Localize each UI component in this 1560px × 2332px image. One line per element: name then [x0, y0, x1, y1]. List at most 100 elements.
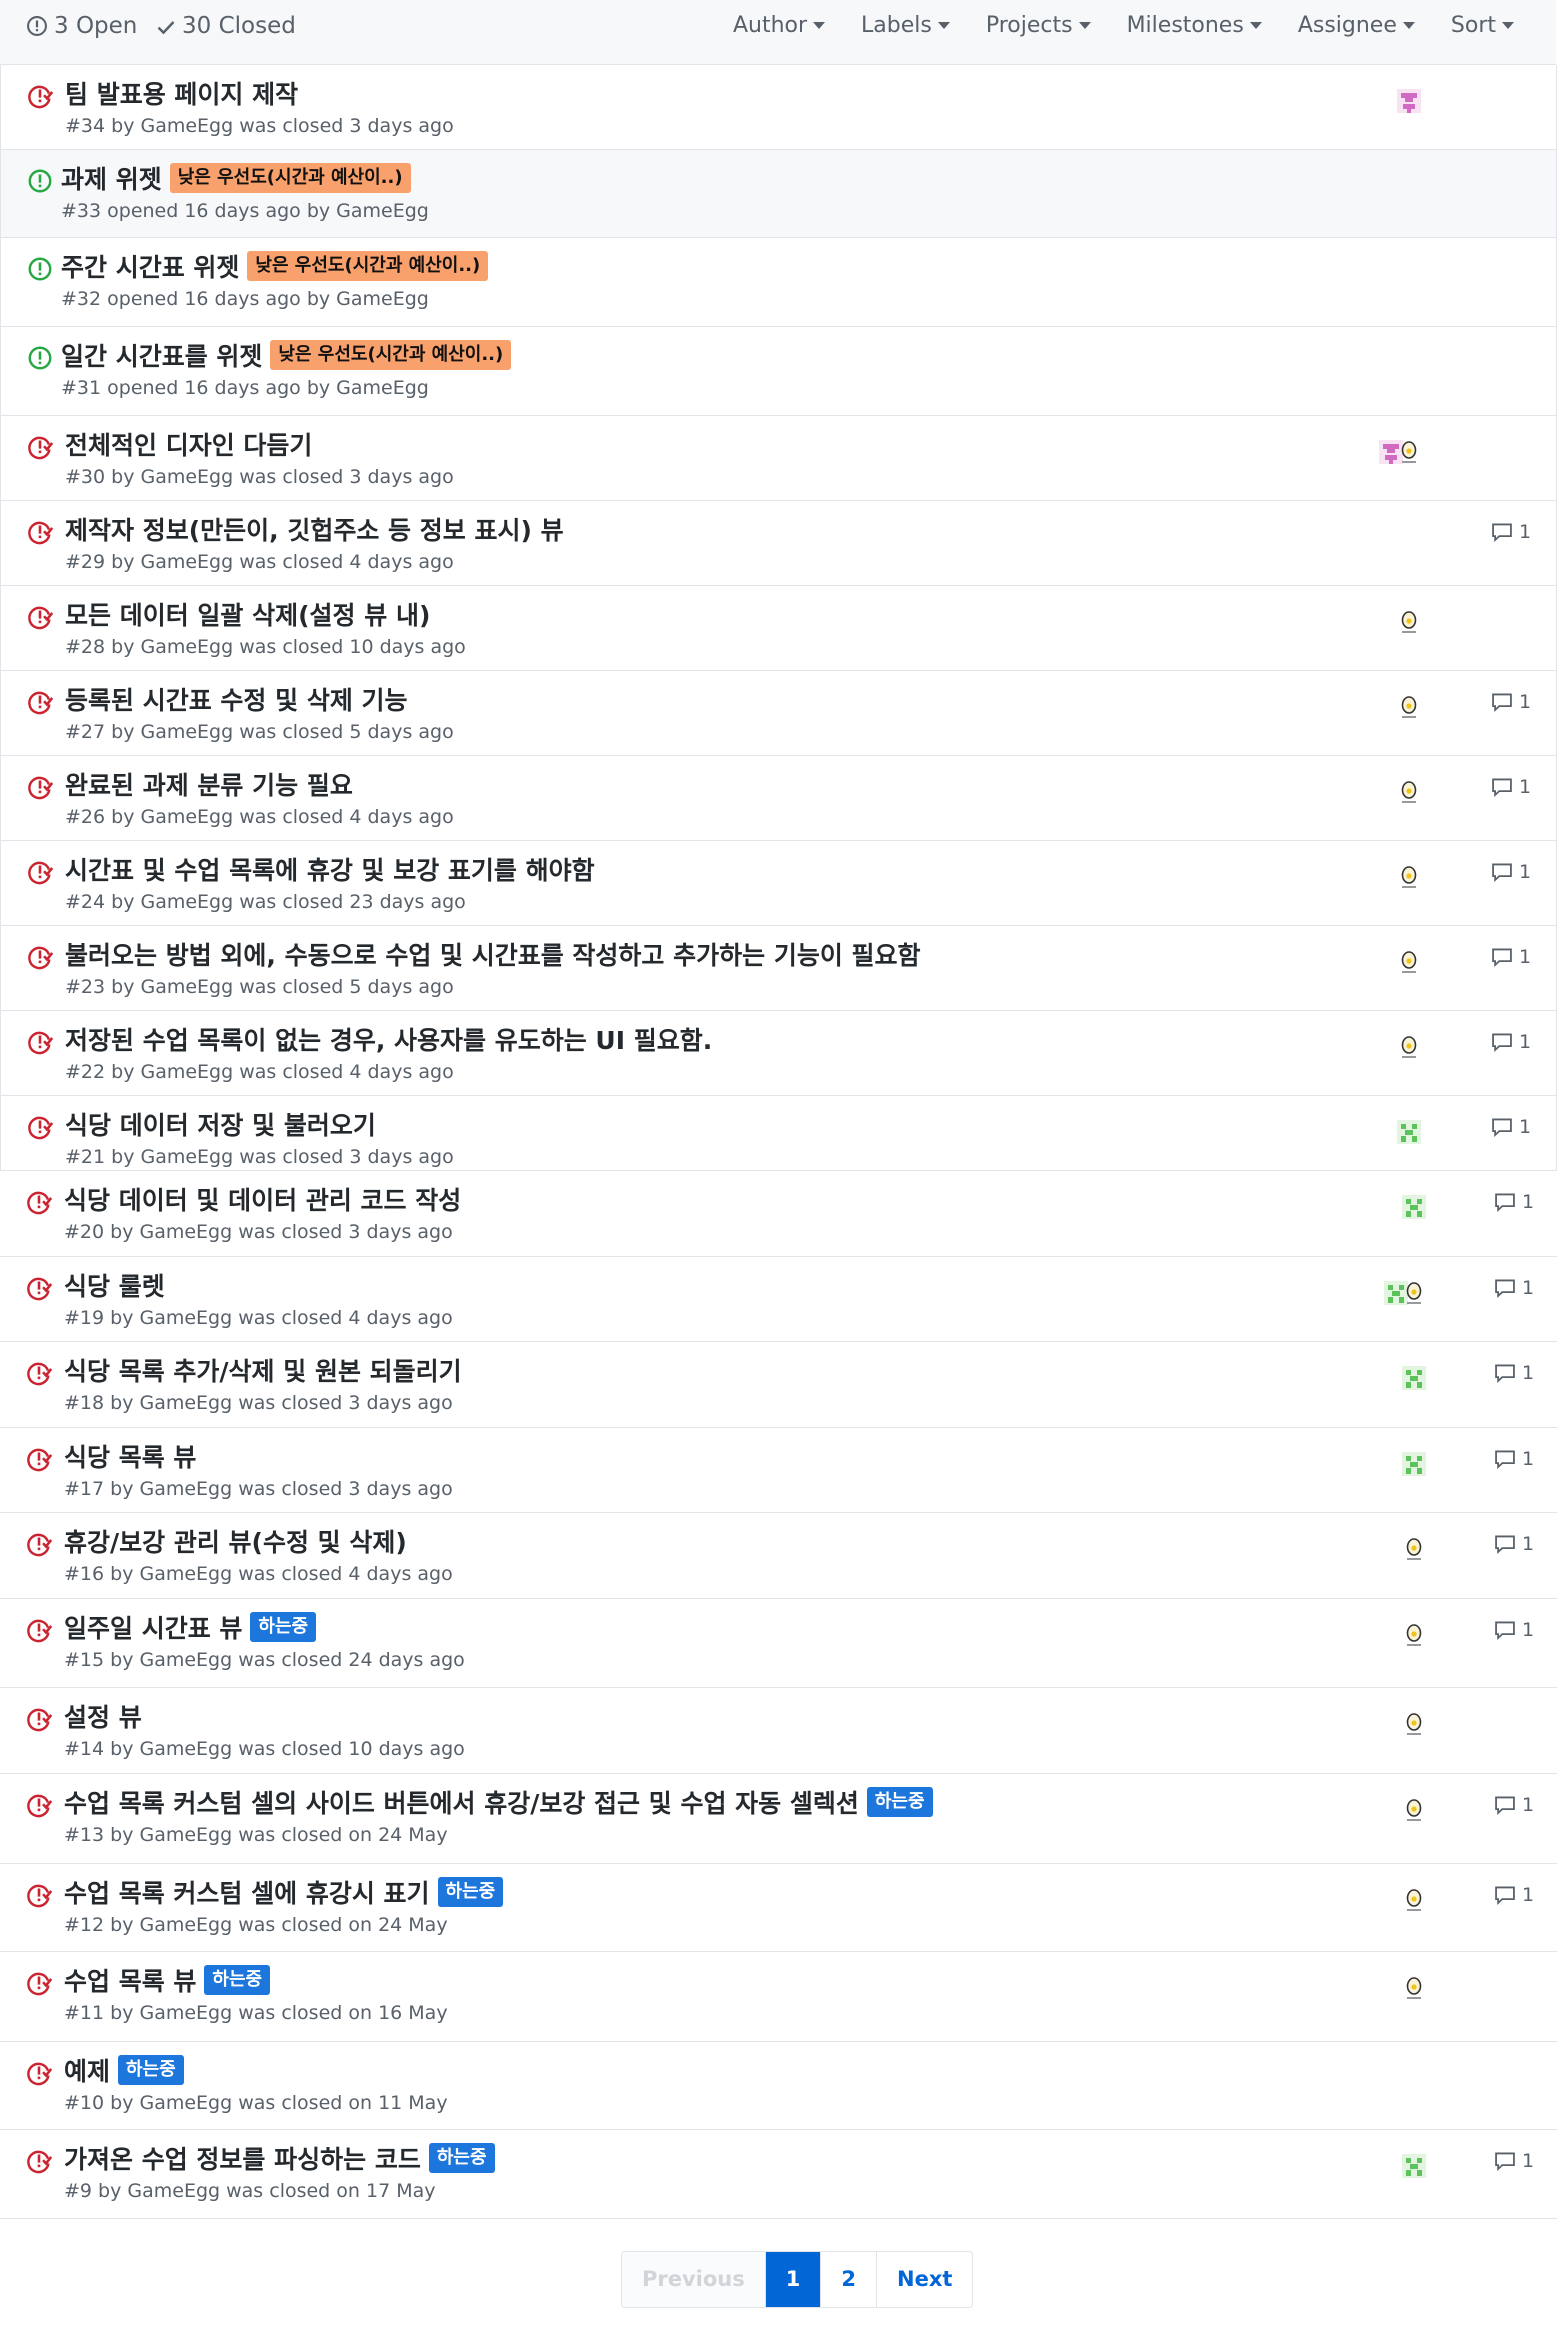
- issue-title-link[interactable]: 식당 목록 추가/삭제 및 원본 되돌리기: [64, 1352, 462, 1388]
- issue-title-link[interactable]: 제작자 정보(만든이, 깃헙주소 등 정보 표시) 뷰: [65, 511, 564, 547]
- issue-title-link[interactable]: 저장된 수업 목록이 없는 경우, 사용자를 유도하는 UI 필요함.: [65, 1021, 712, 1057]
- filter-milestones[interactable]: Milestones: [1109, 0, 1280, 52]
- issue-title-link[interactable]: 모든 데이터 일괄 삭제(설정 뷰 내): [65, 596, 430, 632]
- assignee-avatar[interactable]: [1393, 1031, 1425, 1063]
- issue-row[interactable]: 휴강/보강 관리 뷰(수정 및 삭제) #16 by GameEgg was cl…: [0, 1513, 1557, 1599]
- assignee-avatar[interactable]: [1398, 1708, 1430, 1740]
- assignee-avatar[interactable]: [1398, 1191, 1430, 1223]
- assignee-avatar[interactable]: [1393, 436, 1425, 468]
- issue-row[interactable]: 전체적인 디자인 다듬기 #30 by GameEgg was closed 3 …: [0, 416, 1557, 501]
- comment-count[interactable]: 1: [1491, 1031, 1531, 1053]
- comment-count[interactable]: 1: [1491, 521, 1531, 543]
- assignee-avatar[interactable]: [1398, 1362, 1430, 1394]
- assignee-avatar[interactable]: [1398, 1448, 1430, 1480]
- issue-title-link[interactable]: 예제: [64, 2052, 110, 2088]
- issue-row[interactable]: 과제 위젯 낮은 우선도(시간과 예산이..) #33 opened 16 days…: [0, 150, 1557, 238]
- issue-row[interactable]: 수업 목록 커스텀 셀에 휴강시 표기 하는중 #12 by GameEgg was…: [0, 1864, 1557, 1952]
- issue-label[interactable]: 낮은 우선도(시간과 예산이..): [270, 340, 512, 370]
- comment-count[interactable]: 1: [1494, 1619, 1534, 1641]
- issue-row[interactable]: 일주일 시간표 뷰 하는중 #15 by GameEgg was closed 24…: [0, 1599, 1557, 1688]
- comment-count[interactable]: 1: [1494, 1277, 1534, 1299]
- comment-count[interactable]: 1: [1494, 1533, 1534, 1555]
- assignee-avatar[interactable]: [1393, 606, 1425, 638]
- comment-count[interactable]: 1: [1494, 1794, 1534, 1816]
- assignee-avatar[interactable]: [1398, 2150, 1430, 2182]
- issue-title-link[interactable]: 불러오는 방법 외에, 수동으로 수업 및 시간표를 작성하고 추가하는 기능이…: [65, 936, 921, 972]
- assignee-avatar[interactable]: [1393, 861, 1425, 893]
- issue-label[interactable]: 낮은 우선도(시간과 예산이..): [247, 251, 489, 281]
- assignee-avatar[interactable]: [1393, 1116, 1425, 1148]
- issue-title-link[interactable]: 가져온 수업 정보를 파싱하는 코드: [64, 2140, 421, 2176]
- issue-title-link[interactable]: 등록된 시간표 수정 및 삭제 기능: [65, 681, 408, 717]
- issue-row[interactable]: 식당 목록 뷰 #17 by GameEgg was closed 3 days …: [0, 1428, 1557, 1513]
- assignee-avatar[interactable]: [1398, 1533, 1430, 1565]
- issue-title-link[interactable]: 휴강/보강 관리 뷰(수정 및 삭제): [64, 1523, 407, 1559]
- assignee-avatar[interactable]: [1393, 776, 1425, 808]
- issue-title-link[interactable]: 설정 뷰: [64, 1698, 142, 1734]
- comment-count[interactable]: 1: [1494, 1884, 1534, 1906]
- issue-label[interactable]: 하는중: [204, 1965, 271, 1995]
- filter-author[interactable]: Author: [715, 0, 843, 52]
- comment-count[interactable]: 1: [1491, 691, 1531, 713]
- assignee-avatar[interactable]: [1398, 1277, 1430, 1309]
- filter-assignee[interactable]: Assignee: [1280, 0, 1433, 52]
- assignee-avatar[interactable]: [1398, 1884, 1430, 1916]
- assignee-avatar[interactable]: [1393, 691, 1425, 723]
- issue-title-link[interactable]: 일주일 시간표 뷰: [64, 1609, 242, 1645]
- issue-row[interactable]: 설정 뷰 #14 by GameEgg was closed 10 days ag…: [0, 1688, 1557, 1774]
- filter-sort[interactable]: Sort: [1433, 0, 1532, 52]
- issue-title-link[interactable]: 수업 목록 뷰: [64, 1962, 196, 1998]
- issue-row[interactable]: 팀 발표용 페이지 제작 #34 by GameEgg was closed 3 …: [0, 65, 1557, 150]
- issue-label[interactable]: 낮은 우선도(시간과 예산이..): [169, 163, 411, 193]
- issue-row[interactable]: 등록된 시간표 수정 및 삭제 기능 #27 by GameEgg was clo…: [0, 671, 1557, 756]
- issue-row[interactable]: 예제 하는중 #10 by GameEgg was closed on 11 May: [0, 2042, 1557, 2130]
- issue-row[interactable]: 식당 룰렛 #19 by GameEgg was closed 4 days ag…: [0, 1257, 1557, 1342]
- open-issues-toggle[interactable]: 3 Open: [26, 0, 137, 52]
- comment-count[interactable]: 1: [1494, 1362, 1534, 1384]
- issue-title-link[interactable]: 일간 시간표를 위젯: [61, 337, 262, 373]
- issue-title-link[interactable]: 시간표 및 수업 목록에 휴강 및 보강 표기를 해야함: [65, 851, 595, 887]
- issue-label[interactable]: 하는중: [118, 2055, 184, 2085]
- issue-label[interactable]: 하는중: [866, 1787, 933, 1817]
- issue-label[interactable]: 하는중: [428, 2143, 495, 2173]
- closed-issues-toggle[interactable]: 30 Closed: [156, 0, 296, 52]
- issue-title-link[interactable]: 식당 데이터 및 데이터 관리 코드 작성: [64, 1181, 461, 1217]
- comment-count[interactable]: 1: [1494, 1191, 1534, 1213]
- issue-label[interactable]: 하는중: [437, 1877, 504, 1907]
- issue-row[interactable]: 식당 목록 추가/삭제 및 원본 되돌리기 #18 by GameEgg was …: [0, 1342, 1557, 1428]
- issue-row[interactable]: 모든 데이터 일괄 삭제(설정 뷰 내) #28 by GameEgg was c…: [0, 586, 1557, 671]
- comment-count[interactable]: 1: [1494, 2150, 1534, 2172]
- issue-title-link[interactable]: 식당 데이터 저장 및 불러오기: [65, 1106, 376, 1142]
- issue-row[interactable]: 가져온 수업 정보를 파싱하는 코드 하는중 #9 by GameEgg was c…: [0, 2130, 1557, 2219]
- issue-title-link[interactable]: 식당 룰렛: [64, 1267, 165, 1303]
- issue-row[interactable]: 식당 데이터 저장 및 불러오기 #21 by GameEgg was close…: [0, 1096, 1557, 1171]
- issue-row[interactable]: 저장된 수업 목록이 없는 경우, 사용자를 유도하는 UI 필요함. #22 b…: [0, 1011, 1557, 1096]
- issue-row[interactable]: 식당 데이터 및 데이터 관리 코드 작성 #20 by GameEgg was …: [0, 1171, 1557, 1257]
- issue-title-link[interactable]: 팀 발표용 페이지 제작: [65, 75, 298, 111]
- comment-count[interactable]: 1: [1491, 776, 1531, 798]
- filter-projects[interactable]: Projects: [968, 0, 1109, 52]
- issue-title-link[interactable]: 주간 시간표 위젯: [61, 248, 239, 284]
- comment-count[interactable]: 1: [1494, 1448, 1534, 1470]
- issue-row[interactable]: 불러오는 방법 외에, 수동으로 수업 및 시간표를 작성하고 추가하는 기능이…: [0, 926, 1557, 1011]
- next-page-button[interactable]: Next: [876, 2252, 972, 2307]
- issue-title-link[interactable]: 수업 목록 커스텀 셀의 사이드 버튼에서 휴강/보강 접근 및 수업 자동 셀…: [64, 1784, 859, 1820]
- issue-row[interactable]: 주간 시간표 위젯 낮은 우선도(시간과 예산이..) #32 opened 16 …: [0, 238, 1557, 327]
- previous-page-button[interactable]: Previous: [622, 2252, 765, 2307]
- assignee-avatar[interactable]: [1398, 1972, 1430, 2004]
- assignee-avatar[interactable]: [1393, 946, 1425, 978]
- assignee-avatar[interactable]: [1393, 85, 1425, 117]
- comment-count[interactable]: 1: [1491, 1116, 1531, 1138]
- issue-title-link[interactable]: 과제 위젯: [61, 160, 162, 196]
- assignee-avatar[interactable]: [1398, 1619, 1430, 1651]
- issue-row[interactable]: 수업 목록 커스텀 셀의 사이드 버튼에서 휴강/보강 접근 및 수업 자동 셀…: [0, 1774, 1557, 1864]
- issue-title-link[interactable]: 식당 목록 뷰: [64, 1438, 196, 1474]
- issue-row[interactable]: 완료된 과제 분류 기능 필요 #26 by GameEgg was closed…: [0, 756, 1557, 841]
- issue-row[interactable]: 시간표 및 수업 목록에 휴강 및 보강 표기를 해야함 #24 by GameE…: [0, 841, 1557, 926]
- issue-title-link[interactable]: 전체적인 디자인 다듬기: [65, 426, 312, 462]
- comment-count[interactable]: 1: [1491, 946, 1531, 968]
- comment-count[interactable]: 1: [1491, 861, 1531, 883]
- issue-row[interactable]: 제작자 정보(만든이, 깃헙주소 등 정보 표시) 뷰 #29 by GameEg…: [0, 501, 1557, 586]
- issue-title-link[interactable]: 수업 목록 커스텀 셀에 휴강시 표기: [64, 1874, 430, 1910]
- filter-labels[interactable]: Labels: [843, 0, 968, 52]
